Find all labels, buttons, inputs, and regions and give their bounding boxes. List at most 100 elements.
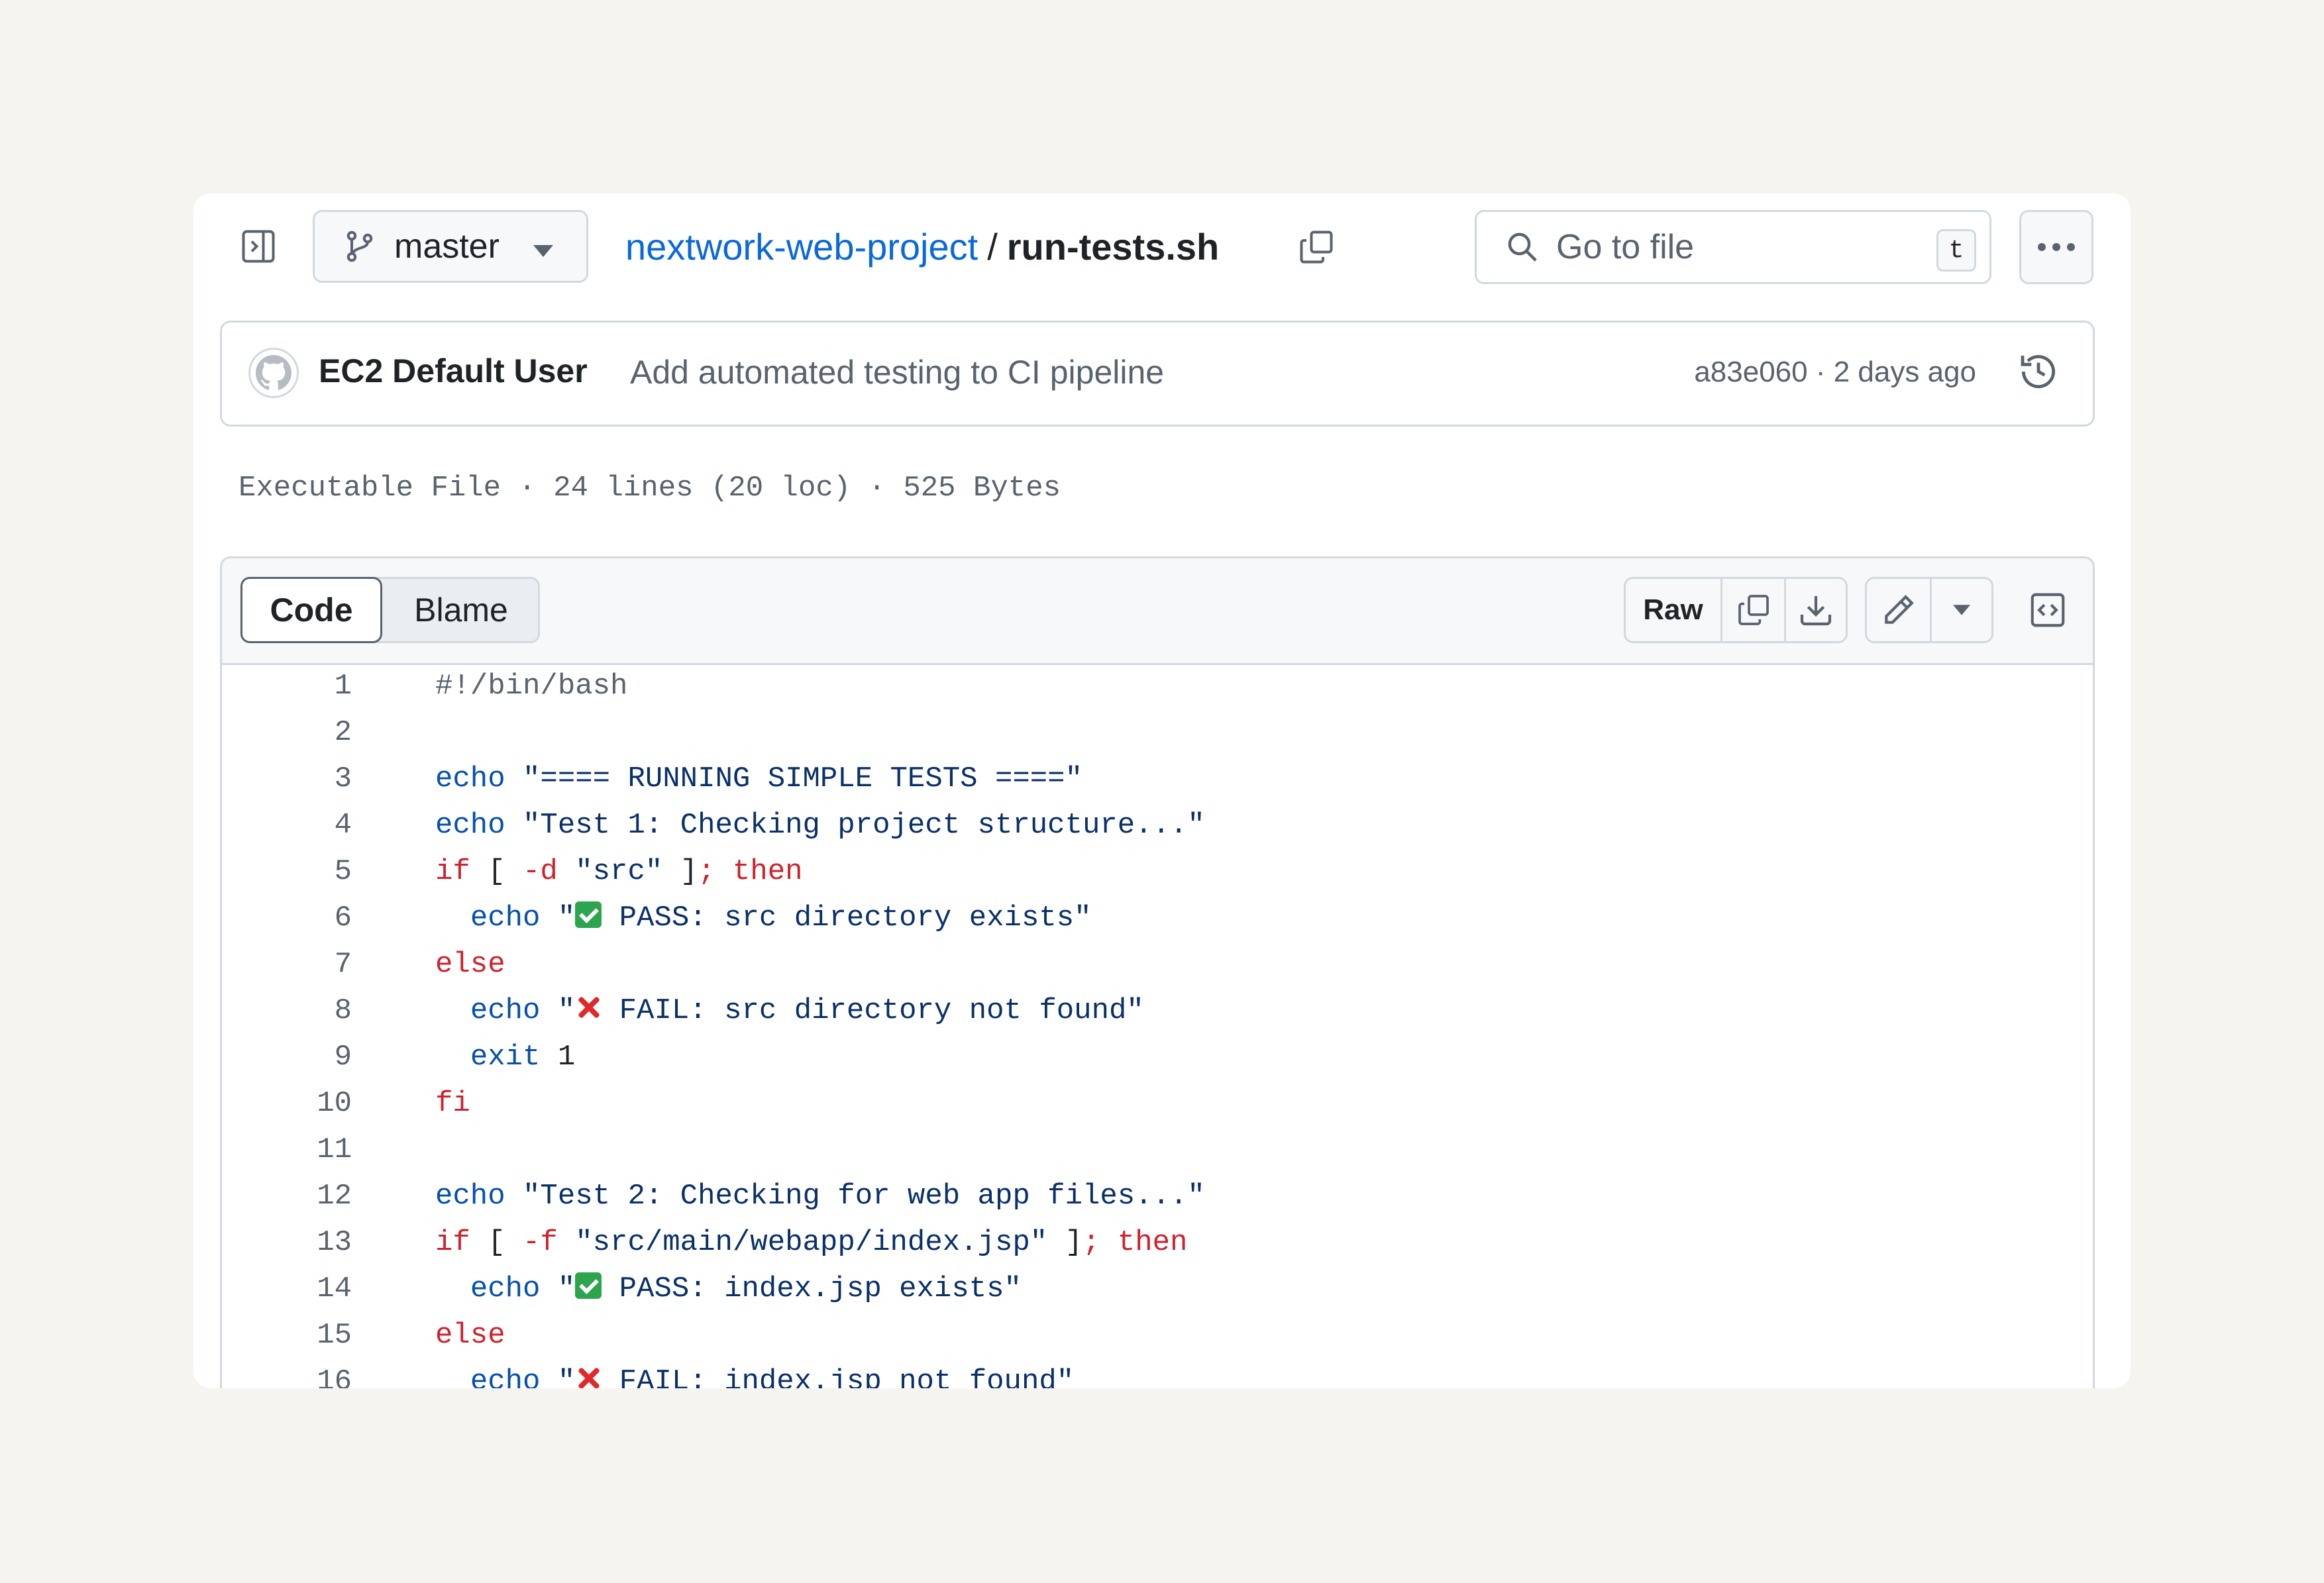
code-line: 9 exit 1	[222, 1034, 2093, 1080]
line-number[interactable]: 11	[222, 1127, 352, 1173]
code-token: PASS: src directory exists"	[602, 901, 1092, 935]
line-content: if [ -d "src" ]; then	[435, 848, 803, 895]
code-line: 6 echo " PASS: src directory exists"	[222, 895, 2093, 941]
line-number[interactable]: 5	[222, 848, 352, 895]
edit-button[interactable]	[1867, 579, 1932, 641]
history-button[interactable]	[2017, 350, 2060, 396]
code-token: fi	[435, 1087, 470, 1120]
line-number[interactable]: 4	[222, 802, 352, 848]
copy-path-button[interactable]	[1293, 224, 1340, 270]
commit-meta[interactable]: a83e060 · 2 days ago	[1694, 356, 1976, 389]
copy-icon	[1738, 595, 1769, 625]
sidebar-expand-button[interactable]	[233, 221, 284, 272]
line-number[interactable]: 7	[222, 941, 352, 988]
code-token: FAIL: src directory not found"	[602, 994, 1144, 1027]
code-line: 16 echo " FAIL: index.jsp not found"	[222, 1358, 2093, 1388]
code-token: echo	[470, 1272, 541, 1305]
git-branch-icon	[346, 230, 373, 262]
chevron-down-icon	[1953, 605, 1970, 615]
branch-name: master	[394, 227, 500, 266]
code-token: [	[488, 855, 505, 888]
line-number[interactable]: 9	[222, 1034, 352, 1080]
line-content: echo " FAIL: index.jsp not found"	[435, 1358, 1074, 1388]
line-number[interactable]: 8	[222, 988, 352, 1034]
code-token: else	[435, 1319, 505, 1352]
github-mark-icon	[256, 355, 291, 390]
code-token: echo	[435, 1180, 505, 1213]
keyboard-shortcut-badge: t	[1936, 229, 1976, 272]
code-token: "src/main/webapp/index.jsp"	[575, 1226, 1048, 1259]
branch-selector[interactable]: master	[313, 210, 588, 283]
code-token: "	[557, 901, 576, 935]
line-number[interactable]: 14	[222, 1266, 352, 1312]
line-content: echo "Test 2: Checking for web app files…	[435, 1173, 1205, 1219]
latest-commit-bar: EC2 Default User Add automated testing t…	[220, 321, 2095, 427]
code-line: 3 echo "==== RUNNING SIMPLE TESTS ===="	[222, 756, 2093, 802]
breadcrumb-separator: /	[987, 225, 998, 268]
commit-message[interactable]: Add automated testing to CI pipeline	[630, 353, 1164, 391]
line-content: echo "Test 1: Checking project structure…	[435, 802, 1205, 848]
line-content: echo " PASS: index.jsp exists"	[435, 1266, 1022, 1312]
line-content: fi	[435, 1080, 470, 1127]
breadcrumb: nextwork-web-project / run-tests.sh	[625, 213, 1219, 280]
code-line: 7 else	[222, 941, 2093, 988]
code-token: [	[488, 1226, 505, 1259]
history-icon	[2021, 355, 2056, 389]
line-number[interactable]: 1	[222, 663, 352, 709]
cross-mark-emoji-icon	[575, 994, 602, 1021]
line-content: #!/bin/bash	[435, 663, 627, 709]
line-content: exit 1	[435, 1034, 575, 1080]
code-token: "	[557, 994, 576, 1027]
code-line: 8 echo " FAIL: src directory not found"	[222, 988, 2093, 1034]
download-icon	[1800, 596, 1832, 626]
symbols-panel-button[interactable]	[2015, 577, 2081, 643]
commit-author[interactable]: EC2 Default User	[319, 352, 588, 390]
code-token: "	[557, 1272, 576, 1305]
download-button[interactable]	[1786, 579, 1846, 641]
code-token: "src"	[575, 855, 663, 888]
pencil-icon	[1884, 595, 1914, 624]
copy-raw-button[interactable]	[1722, 579, 1786, 641]
copy-icon	[1300, 230, 1333, 264]
code-line: 1 #!/bin/bash	[222, 663, 2093, 709]
code-line: 10 fi	[222, 1080, 2093, 1127]
line-number[interactable]: 2	[222, 709, 352, 756]
code-token: "Test 1: Checking project structure..."	[523, 809, 1205, 842]
line-number[interactable]: 13	[222, 1219, 352, 1266]
search-placeholder: Go to file	[1556, 228, 1695, 266]
code-token: ; then	[698, 855, 803, 888]
line-number[interactable]: 6	[222, 895, 352, 941]
code-token: "Test 2: Checking for web app files..."	[523, 1180, 1205, 1213]
line-number[interactable]: 15	[222, 1312, 352, 1358]
code-token: echo	[470, 901, 541, 935]
code-token: if	[435, 855, 470, 888]
code-token: exit	[470, 1041, 541, 1074]
edit-options-dropdown[interactable]	[1932, 579, 1991, 641]
code-token: else	[435, 948, 505, 981]
code-token: ]	[1065, 1226, 1083, 1259]
tab-blame[interactable]: Blame	[384, 579, 538, 641]
code-line: 4 echo "Test 1: Checking project structu…	[222, 802, 2093, 848]
line-content: if [ -f "src/main/webapp/index.jsp" ]; t…	[435, 1219, 1187, 1266]
line-content: else	[435, 1312, 505, 1358]
file-info: Executable File · 24 lines (20 loc) · 52…	[238, 472, 1061, 505]
breadcrumb-file-name: run-tests.sh	[1006, 225, 1220, 268]
code-token: echo	[435, 762, 505, 795]
line-number[interactable]: 10	[222, 1080, 352, 1127]
line-number[interactable]: 12	[222, 1173, 352, 1219]
line-number[interactable]: 3	[222, 756, 352, 802]
code-token: #!/bin/bash	[435, 670, 628, 703]
check-mark-emoji-icon	[575, 901, 602, 928]
tab-code[interactable]: Code	[240, 577, 382, 643]
go-to-file-search[interactable]: Go to file t	[1475, 210, 1991, 284]
code-token: PASS: index.jsp exists"	[602, 1272, 1022, 1305]
more-options-button[interactable]	[2019, 210, 2093, 284]
raw-button[interactable]: Raw	[1626, 579, 1722, 641]
line-content: echo " FAIL: src directory not found"	[435, 988, 1144, 1034]
avatar[interactable]	[248, 348, 299, 398]
raw-copy-download-group: Raw	[1624, 577, 1848, 643]
line-number[interactable]: 16	[222, 1358, 352, 1388]
breadcrumb-repo-link[interactable]: nextwork-web-project	[625, 225, 978, 268]
line-content: else	[435, 941, 505, 988]
code-token: -f	[523, 1226, 558, 1259]
